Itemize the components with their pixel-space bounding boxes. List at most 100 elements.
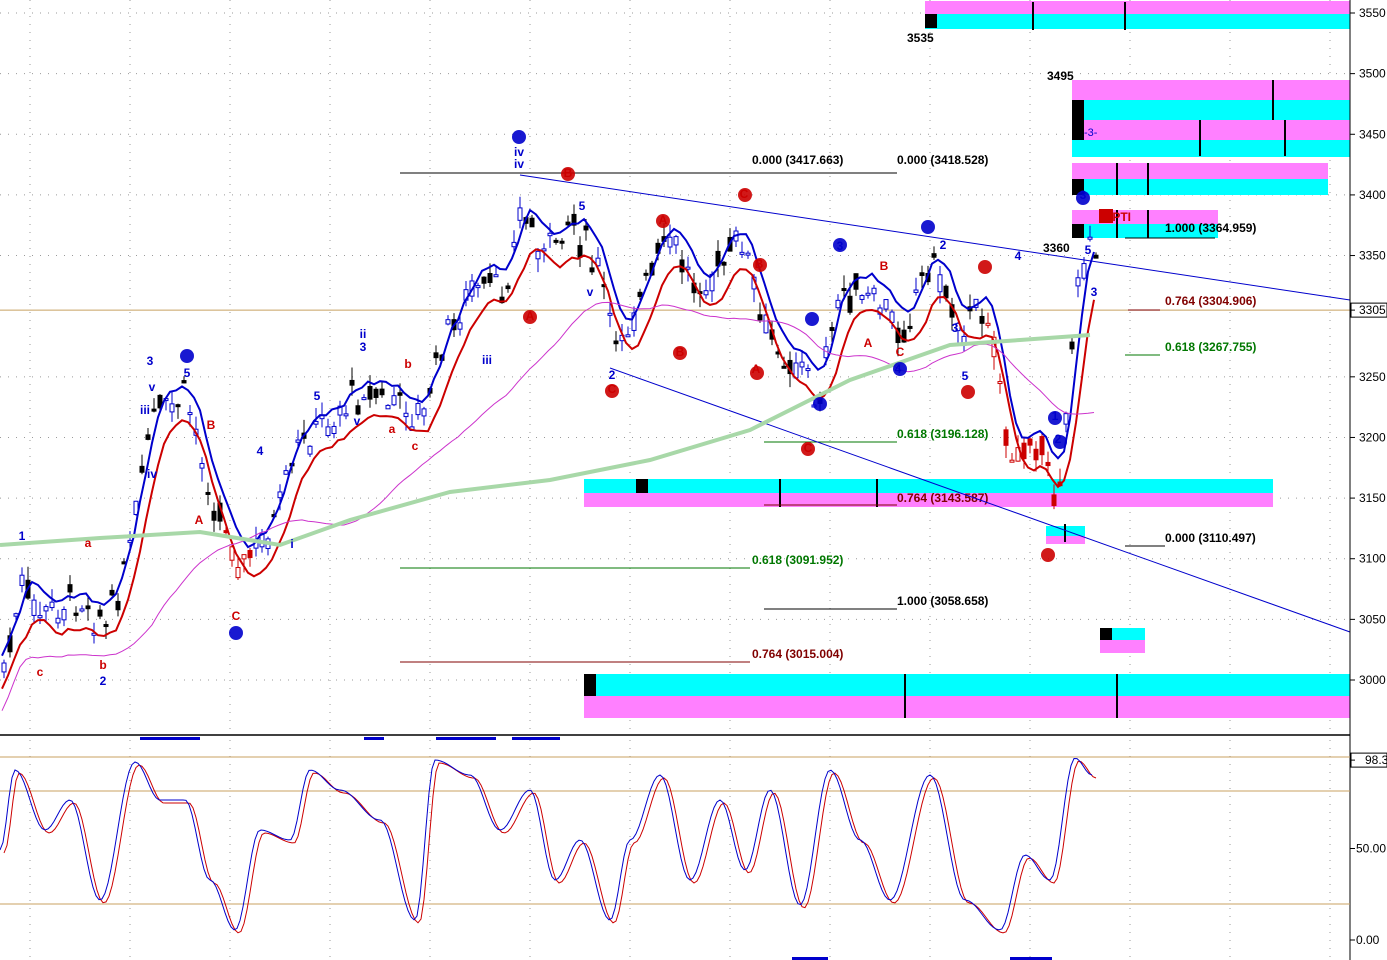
candle-body: [829, 327, 835, 331]
candle-body: [913, 289, 919, 293]
price-tick-label: 3250: [1359, 370, 1386, 384]
wave-circle: [180, 349, 194, 363]
wave-label-blue: 5: [314, 389, 321, 403]
candle-body: [139, 465, 145, 473]
candle-body: [325, 426, 331, 437]
wave-label-red: a: [85, 536, 92, 550]
target-zone: [1072, 100, 1350, 120]
wave-circle: [805, 312, 819, 326]
signal-bar: [140, 737, 200, 740]
fib-label: 0.000 (3110.497): [1165, 531, 1256, 545]
candle-body: [721, 261, 727, 266]
candle-body: [673, 236, 679, 246]
candle-body: [883, 299, 889, 310]
candle-body: [871, 287, 877, 295]
osc-tick-label: 98.3: [1365, 753, 1387, 767]
candle-body: [355, 405, 361, 415]
wave-label-blue: iv: [147, 467, 157, 481]
candle-body: [1045, 461, 1051, 467]
osc-tick-label: 50.00: [1356, 842, 1386, 856]
candle-body: [49, 601, 55, 609]
wave-circle: [1053, 435, 1067, 449]
candle-body: [61, 608, 67, 621]
price-tick-label: 3000: [1359, 673, 1386, 687]
candle-body: [481, 276, 487, 284]
target-zone: [925, 1, 1350, 15]
candle-body: [841, 288, 847, 292]
candle-body: [1009, 459, 1015, 463]
candle-body: [109, 589, 115, 596]
zone-marker: [636, 479, 648, 493]
candle-body: [535, 250, 541, 260]
fib-label: 0.764 (3015.004): [752, 647, 843, 661]
candle-body: [475, 285, 481, 289]
wave-circle: [833, 238, 847, 252]
annotation-wave3: -3-: [1084, 127, 1098, 139]
candle-body: [781, 365, 787, 369]
wave-circle: [753, 258, 767, 272]
fib-label: 0.618 (3267.755): [1165, 340, 1256, 354]
candle-body: [151, 408, 157, 412]
price-tick-label: 3550: [1359, 6, 1386, 20]
candle-body: [517, 207, 523, 221]
wave-label-blue: 3: [1091, 285, 1098, 299]
candle-body: [577, 245, 583, 258]
candle-body: [757, 314, 763, 321]
zone-marker: [1072, 224, 1084, 238]
candle-body: [859, 295, 865, 300]
candle-body: [1039, 436, 1045, 456]
candle-body: [1021, 442, 1027, 460]
wave-circle: [961, 385, 975, 399]
candle-body: [745, 252, 751, 256]
wave-circle: [673, 346, 687, 360]
candle-body: [343, 413, 349, 417]
candle-body: [433, 352, 439, 359]
candle-body: [175, 404, 181, 408]
wave-circle: [523, 310, 537, 324]
candle-body: [985, 322, 991, 326]
candle-body: [511, 241, 517, 248]
wave-circle: [738, 188, 752, 202]
wave-label-blue: 5: [184, 366, 191, 380]
candle-body: [145, 434, 151, 440]
wave-label-blue: i: [290, 537, 293, 551]
candle-body: [205, 491, 211, 495]
elliott-wave-chart: 0.000 (3417.663) 0.000 (3418.528) 1.000 (3…: [0, 0, 1387, 960]
candle-body: [19, 574, 25, 586]
wave-label-blue: 1: [19, 529, 26, 543]
candle-body: [421, 408, 427, 417]
price-tick-label: 3400: [1359, 188, 1386, 202]
candle-body: [919, 272, 925, 276]
candle-body: [457, 322, 463, 330]
zone-marker: [925, 14, 937, 28]
candle-body: [559, 240, 565, 244]
target-zone: [1072, 163, 1328, 179]
candle-body: [643, 272, 649, 276]
zone-marker: [1100, 628, 1112, 640]
candle-body: [115, 600, 121, 611]
candle-body: [1003, 429, 1009, 446]
price-tick-label: 3150: [1359, 491, 1386, 505]
candle-body: [403, 412, 409, 418]
candle-body: [937, 274, 943, 293]
candle-body: [589, 267, 595, 273]
candle-body: [1033, 448, 1039, 461]
candle-body: [385, 404, 391, 410]
fib-label: 1.000 (3058.658): [897, 594, 988, 608]
wave-label-red: B: [880, 259, 889, 273]
wave-label-red: c: [37, 665, 44, 679]
candle-body: [391, 395, 397, 406]
wave-circle: [229, 626, 243, 640]
candle-body: [445, 319, 451, 325]
candle-body: [97, 609, 103, 617]
candle-body: [931, 253, 937, 258]
wave-label-blue: iii: [140, 403, 150, 417]
wave-label-blue: 4: [257, 444, 264, 458]
target-zone: [925, 14, 1350, 29]
candle-body: [367, 385, 373, 400]
candle-body: [1063, 413, 1069, 425]
candle-body: [565, 221, 571, 226]
wave-circle: [813, 397, 827, 411]
signal-bar: [512, 737, 560, 740]
wave-label-blue: v: [587, 285, 594, 299]
